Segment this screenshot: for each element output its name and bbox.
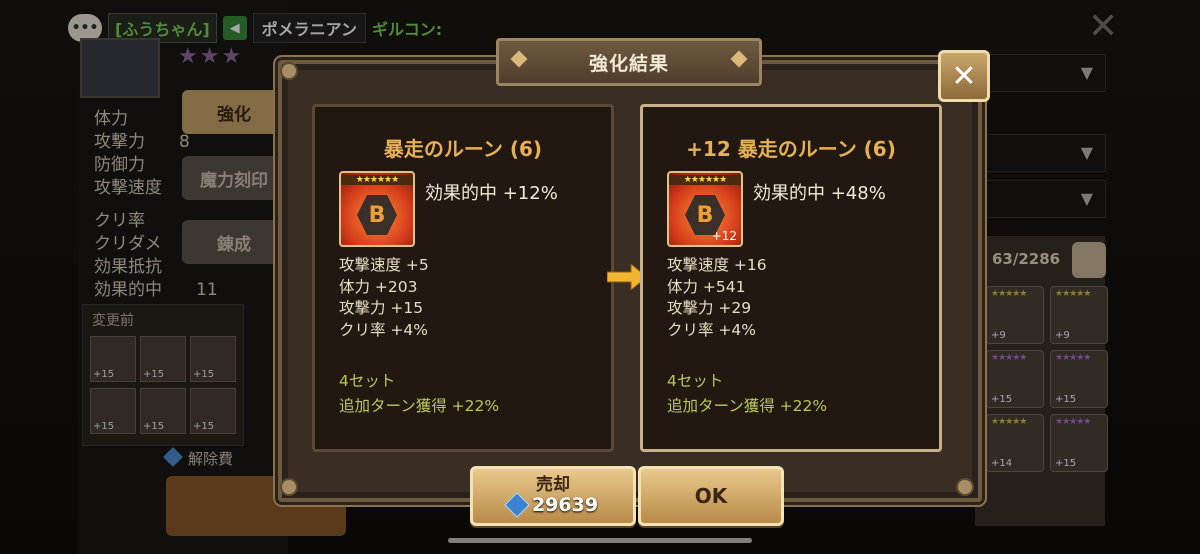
modal-title: 強化結果 (588, 52, 669, 75)
rune-stars: ★★★★★★ (341, 175, 413, 185)
corner-ornament (280, 478, 298, 496)
rune-stars: ★★★★★★ (669, 175, 741, 185)
sub-stat: 攻撃力 +15 (339, 299, 424, 317)
sell-button[interactable]: 売却 29639 (470, 466, 636, 526)
sub-stat: 体力 +541 (667, 277, 746, 296)
sub-stat: クリ率 +4% (339, 320, 429, 339)
diamond-ornament (510, 50, 528, 68)
crystal-icon (504, 492, 530, 518)
rune-set-info: 4セット 追加ターン獲得 +22% (667, 369, 827, 419)
sell-button-label: 売却 (536, 475, 570, 495)
close-button[interactable]: ✕ (938, 50, 990, 102)
rune-main-stat: 効果的中 +12% (425, 183, 558, 204)
set-effect: 追加ターン獲得 +22% (339, 397, 500, 415)
corner-ornament (280, 62, 298, 80)
sub-stat: 攻撃速度 +16 (667, 256, 767, 274)
rune-level: +12 (711, 229, 737, 243)
sell-price: 29639 (504, 492, 598, 518)
rune-b-glyph-icon: B (357, 195, 397, 235)
rune-main-stat: 効果的中 +48% (753, 183, 886, 204)
sub-stat: 攻撃力 +29 (667, 299, 752, 317)
sub-stat: クリ率 +4% (667, 320, 757, 339)
diamond-ornament (730, 50, 748, 68)
rune-name: 暴走のルーン (6) (383, 137, 543, 161)
sub-stat: 体力 +203 (339, 277, 418, 296)
corner-ornament (956, 478, 974, 496)
set-effect: 追加ターン獲得 +22% (667, 397, 828, 415)
violent-rune-icon: ★★★★★★ B +12 (667, 171, 743, 247)
rune-sub-stats: 攻撃速度 +5 体力 +203 攻撃力 +15 クリ率 +4% (339, 255, 429, 341)
set-count: 4セット (339, 372, 396, 390)
modal-title-plate: 強化結果 (496, 38, 762, 86)
ok-button[interactable]: OK (638, 466, 784, 526)
sub-stat: 攻撃速度 +5 (339, 256, 429, 274)
set-count: 4セット (667, 372, 724, 390)
rune-sub-stats: 攻撃速度 +16 体力 +541 攻撃力 +29 クリ率 +4% (667, 255, 767, 341)
rune-after-card: +12 暴走のルーン (6) ★★★★★★ B +12 効果的中 +48% 攻撃… (640, 104, 942, 452)
rune-name: +12 暴走のルーン (6) (686, 137, 896, 161)
rune-set-info: 4セット 追加ターン獲得 +22% (339, 369, 499, 419)
rune-before-card: 暴走のルーン (6) ★★★★★★ B 効果的中 +12% 攻撃速度 +5 体力… (312, 104, 614, 452)
home-indicator[interactable] (448, 538, 752, 543)
violent-rune-icon: ★★★★★★ B (339, 171, 415, 247)
